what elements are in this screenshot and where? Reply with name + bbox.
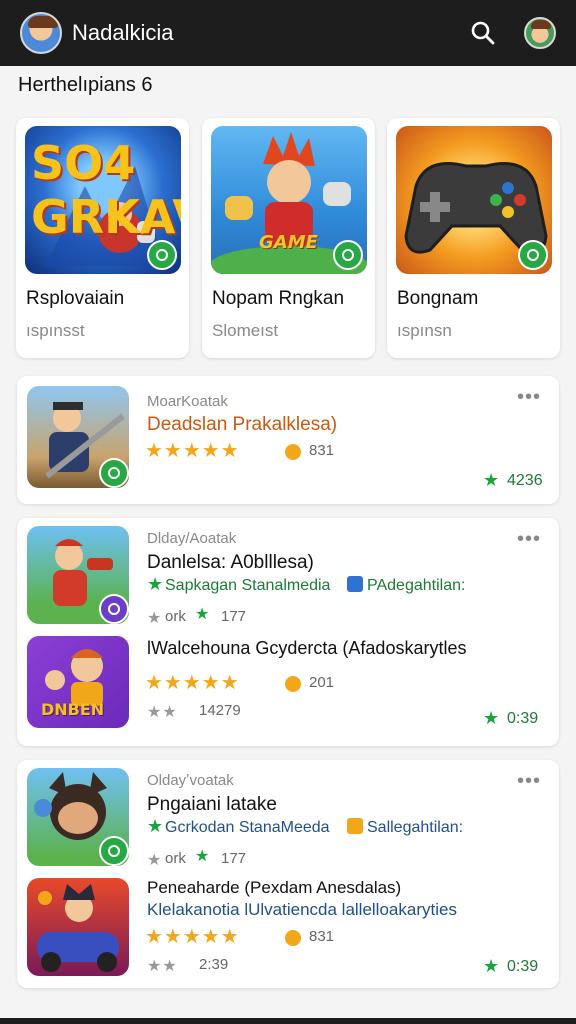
app-title: Pngaiani latake — [147, 794, 277, 815]
tag-primary: Gcrkodan StanaMeeda — [165, 819, 330, 836]
rating-stars: ★★★★★ — [145, 440, 240, 462]
top-app-bar: Nadalkicia — [0, 0, 576, 66]
featured-thumbnail: GAME — [211, 126, 367, 274]
featured-art-text: GAME — [259, 232, 318, 253]
verified-badge-icon — [518, 240, 548, 270]
star-icon: ★ — [147, 816, 164, 836]
featured-thumbnail — [396, 126, 552, 274]
gray-stars-icon: ★★ — [147, 704, 178, 721]
featured-card[interactable]: SO4 GRKAVSIAN Rsplovaiain ıspınsst — [16, 118, 189, 358]
star-icon: ★ — [195, 848, 210, 865]
app-icon — [27, 768, 129, 866]
verified-badge-icon — [99, 458, 129, 488]
featured-name: Nopam Rngkan — [212, 288, 345, 309]
tertiary-title: Klelakanotia lUlvatiencda lallelloakaryt… — [147, 900, 457, 919]
tag-secondary: Sallegahtilan: — [367, 819, 464, 836]
star-icon: ★ — [483, 708, 500, 728]
featured-subtitle: Slomeıst — [212, 321, 279, 340]
coin-value: 831 — [309, 928, 335, 945]
gray-value: 177 — [221, 850, 247, 867]
featured-card[interactable]: GAME Nopam Rngkan Slomeıst — [202, 118, 375, 358]
rating-value: 0:39 — [507, 958, 539, 975]
coin-icon — [285, 444, 301, 460]
more-options-icon[interactable]: ••• — [517, 387, 541, 407]
rating-stars: ★★★★★ — [145, 672, 240, 694]
app-icon — [27, 526, 129, 624]
search-icon[interactable] — [468, 18, 498, 48]
app-avatar[interactable] — [20, 12, 62, 54]
featured-subtitle: ıspınsn — [397, 321, 452, 340]
app-title: Deadslan Prakalklesa) — [147, 414, 338, 435]
app-icon — [27, 878, 129, 976]
gray-number: 2:39 — [199, 956, 229, 973]
list-item[interactable]: ••• Oldayʼvoatak Pngaiani latake ★ Gcrko… — [17, 760, 559, 988]
more-options-icon[interactable]: ••• — [517, 529, 541, 549]
bottom-bar — [0, 1018, 576, 1024]
gray-star-icon: ★ — [147, 610, 163, 627]
star-icon: ★ — [483, 956, 500, 976]
featured-art-text: SO4 GRKAVSIAN — [31, 136, 181, 244]
rating-value: 4236 — [507, 472, 543, 489]
more-options-icon[interactable]: ••• — [517, 771, 541, 791]
profile-avatar[interactable] — [524, 17, 556, 49]
gray-star-icon: ★ — [147, 852, 163, 869]
gray-label: ork — [165, 850, 186, 867]
developer-name: Dlday/Aoatak — [147, 530, 237, 547]
featured-name: Bongnam — [397, 288, 479, 309]
star-icon: ★ — [483, 470, 500, 490]
gray-stars-icon: ★★ — [147, 958, 178, 975]
featured-name: Rsplovaiain — [26, 288, 125, 309]
featured-card[interactable]: Bongnam ıspınsn — [387, 118, 560, 358]
gray-label: ork — [165, 608, 186, 625]
app-icon — [27, 386, 129, 488]
app-title: Nadalkicia — [72, 20, 174, 45]
star-icon: ★ — [147, 574, 164, 594]
app-icon-text: DNBEN — [41, 700, 105, 719]
verified-badge-icon — [99, 594, 129, 624]
section-title: Herthelıpians 6 — [18, 74, 153, 96]
rating-value: 0:39 — [507, 710, 539, 727]
gray-value: 177 — [221, 608, 247, 625]
secondary-title: lWalcehouna Gcydercta (Afadoskarytles — [147, 638, 467, 658]
secondary-title: Peneaharde (Pexdam Anesdalas) — [147, 878, 402, 897]
star-icon: ★ — [195, 606, 210, 623]
app-icon: DNBEN — [27, 636, 129, 728]
tag-primary: Sapkagan Stanalmedia — [165, 577, 331, 594]
list-item[interactable]: ••• DNBEN Dlday/Aoatak Danlelsa: A0bllle… — [17, 518, 559, 746]
developer-name: MoarKoatak — [147, 393, 228, 410]
verified-badge-icon — [147, 240, 177, 270]
puzzle-icon — [347, 818, 363, 834]
coin-icon — [285, 676, 301, 692]
developer-name: Oldayʼvoatak — [147, 772, 234, 789]
rating-stars: ★★★★★ — [145, 926, 240, 948]
main-content: Herthelıpians 6 SO4 GRKAVSIAN Rsplovaiai… — [0, 66, 576, 1024]
verified-badge-icon — [99, 836, 129, 866]
app-title: Danlelsa: A0blllesa) — [147, 552, 314, 573]
coin-icon — [285, 930, 301, 946]
featured-subtitle: ıspınsst — [26, 321, 85, 340]
puzzle-icon — [347, 576, 363, 592]
coin-value: 201 — [309, 674, 335, 691]
tag-secondary: PAdegahtilan: — [367, 577, 466, 594]
list-item[interactable]: ••• MoarKoatak Deadslan Prakalklesa) ★★★… — [17, 376, 559, 504]
coin-value: 831 — [309, 442, 335, 459]
gray-number: 14279 — [199, 702, 241, 719]
verified-badge-icon — [333, 240, 363, 270]
featured-thumbnail: SO4 GRKAVSIAN — [25, 126, 181, 274]
